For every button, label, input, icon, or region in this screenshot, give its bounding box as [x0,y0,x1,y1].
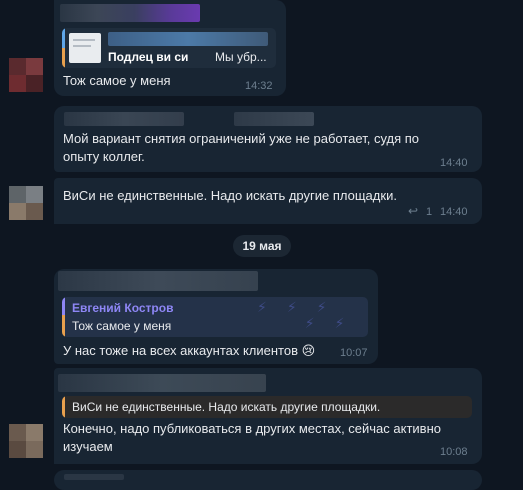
reply-preview[interactable]: Подлец ви си Мы убр... [62,28,276,68]
message-text: Тож самое у меня [63,73,171,88]
avatar[interactable] [9,58,43,92]
reply-author: Евгений Костров [72,301,174,315]
message-time: 14:40 [440,206,468,218]
sender-name-blurred [58,271,258,291]
message-bubble[interactable]: ВиСи не единственные. Надо искать другие… [54,368,482,464]
reply-count[interactable]: 1 [426,206,432,218]
message-text: Конечно, надо публиковаться в других мес… [63,421,441,454]
sender-name-blurred [64,474,124,480]
message-bubble[interactable]: ВиСи не единственные. Надо искать другие… [54,178,482,224]
message-text: ВиСи не единственные. Надо искать другие… [63,188,397,203]
avatar[interactable] [9,424,43,458]
sender-name-blurred [58,374,266,392]
avatar[interactable] [9,186,43,220]
reply-preview[interactable]: ВиСи не единственные. Надо искать другие… [62,396,472,418]
message-bubble[interactable]: Евгений Костров Тож самое у меня ⚡⚡⚡ ⚡⚡ … [54,269,378,364]
reply-snippet: Мы убр... [215,50,267,64]
reply-title-blurred [108,32,268,46]
message-time: 10:08 [440,446,468,458]
sender-name-blurred [234,112,314,126]
message-time: 14:32 [245,80,273,92]
message-time: 10:07 [340,347,368,359]
message-time: 14:40 [440,157,468,169]
message-text: Мой вариант снятия ограничений уже не ра… [63,131,420,164]
sender-name-blurred [60,4,200,22]
reply-author: Подлец ви си [108,50,189,64]
reply-snippet: Тож самое у меня [72,319,172,333]
message-bubble[interactable]: Подлец ви си Мы убр... Тож самое у меня … [54,0,286,96]
reply-preview[interactable]: Евгений Костров Тож самое у меня ⚡⚡⚡ ⚡⚡ [62,297,368,337]
lightning-pattern-icon: ⚡⚡⚡ ⚡⚡ [257,299,365,331]
link-preview-thumbnail [69,33,101,63]
reply-accent-bar [62,28,65,68]
reply-arrow-icon[interactable]: ↩ [408,204,418,218]
reply-snippet: ВиСи не единственные. Надо искать другие… [72,400,381,414]
message-bubble[interactable] [54,470,482,490]
message-bubble[interactable]: Мой вариант снятия ограничений уже не ра… [54,106,482,172]
reply-accent-bar [62,297,65,337]
date-separator: 19 мая [233,235,291,257]
sender-name-blurred [64,112,184,126]
message-text: У нас тоже на всех аккаунтах клиентов 😢 [63,343,316,358]
reply-accent-bar [62,396,65,418]
